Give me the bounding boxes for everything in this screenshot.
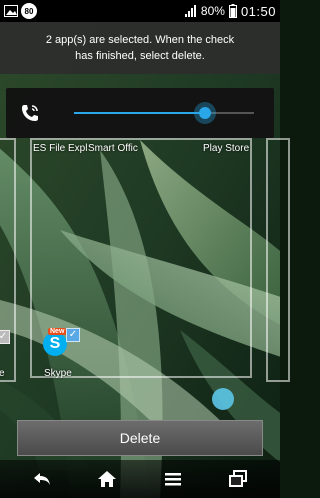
battery-percent: 80%	[200, 4, 225, 18]
battery-icon	[228, 4, 237, 18]
scroll-indicator-icon	[212, 388, 234, 410]
app-label-skype[interactable]: Skype	[44, 368, 72, 379]
recent-apps-icon[interactable]	[227, 469, 249, 489]
volume-slider[interactable]	[74, 102, 254, 124]
volume-slider-thumb[interactable]	[194, 102, 217, 124]
new-badge: New	[48, 328, 67, 335]
delete-button[interactable]: Delete	[17, 420, 263, 456]
app-label-left-edge[interactable]: e	[0, 368, 5, 379]
volume-slider-fill	[74, 112, 206, 114]
info-banner: 2 app(s) are selected. When the check ha…	[0, 22, 280, 74]
app-label-es-file-explorer[interactable]: ES File Expl	[33, 143, 87, 154]
signal-icon	[184, 5, 196, 17]
status-bar: 80 80% 01:50	[0, 0, 280, 22]
back-icon[interactable]	[31, 469, 53, 489]
skype-checkbox[interactable]: ✓	[66, 328, 80, 342]
status-badge: 80	[21, 3, 37, 19]
home-icon[interactable]	[96, 469, 118, 489]
home-screen-frame-left	[0, 138, 16, 382]
app-checkbox-left-edge[interactable]: ✓	[0, 330, 10, 344]
volume-panel	[6, 88, 274, 138]
phone-ringer-icon	[22, 105, 38, 121]
app-label-play-store[interactable]: Play Store	[203, 143, 249, 154]
skype-icon[interactable]: S	[43, 332, 67, 356]
navigation-bar	[0, 460, 280, 498]
app-label-smart-office[interactable]: Smart Offic	[88, 143, 138, 154]
clock: 01:50	[240, 3, 276, 19]
menu-icon[interactable]	[162, 469, 184, 489]
gallery-icon	[4, 5, 18, 17]
info-message: 2 app(s) are selected. When the check ha…	[45, 34, 235, 62]
home-screen-frame-right	[266, 138, 290, 382]
